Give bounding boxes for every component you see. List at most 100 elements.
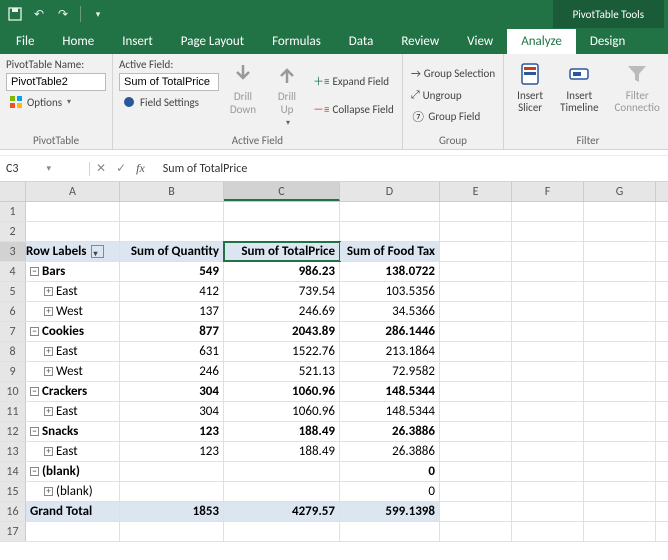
cell-value[interactable]: 631 <box>120 342 224 361</box>
cell[interactable] <box>512 242 584 261</box>
cell-value[interactable]: 123 <box>120 442 224 461</box>
cell[interactable] <box>440 402 512 421</box>
insert-timeline-button[interactable]: Insert Timeline <box>554 58 604 132</box>
cell[interactable] <box>584 522 656 541</box>
col-header-B[interactable]: B <box>120 182 224 201</box>
cell-value[interactable]: 213.1864 <box>340 342 440 361</box>
cell[interactable] <box>440 462 512 481</box>
cell[interactable] <box>440 242 512 261</box>
cell[interactable] <box>512 342 584 361</box>
row-header[interactable]: 9 <box>0 362 26 381</box>
cell-value[interactable]: 1060.96 <box>224 402 340 421</box>
tab-data[interactable]: Data <box>335 29 388 54</box>
cell-value[interactable]: 26.3886 <box>340 442 440 461</box>
cancel-icon[interactable]: ✕ <box>96 161 106 176</box>
cell[interactable] <box>440 422 512 441</box>
cell[interactable] <box>224 522 340 541</box>
filter-connections-button[interactable]: Filter Connectio <box>609 58 666 132</box>
cell[interactable] <box>512 362 584 381</box>
cell-value[interactable]: 0 <box>340 462 440 481</box>
col-header-G[interactable]: G <box>584 182 656 201</box>
ungroup-button[interactable]: ⤢ Ungroup <box>409 87 497 103</box>
cell-value[interactable]: 188.49 <box>224 422 340 441</box>
row-header[interactable]: 5 <box>0 282 26 301</box>
cell-label[interactable]: −Snacks <box>26 422 120 441</box>
cell[interactable] <box>584 462 656 481</box>
cell[interactable] <box>512 482 584 501</box>
cell[interactable] <box>584 342 656 361</box>
cell[interactable] <box>340 202 440 221</box>
collapse-icon[interactable]: − <box>30 267 39 276</box>
col-header-D[interactable]: D <box>340 182 440 201</box>
cell[interactable] <box>512 262 584 281</box>
row-header[interactable]: 4 <box>0 262 26 281</box>
cell[interactable] <box>512 382 584 401</box>
cell[interactable] <box>512 442 584 461</box>
cell[interactable] <box>440 282 512 301</box>
row-header[interactable]: 1 <box>0 202 26 221</box>
cell-value[interactable]: 246.69 <box>224 302 340 321</box>
cell-value[interactable]: 877 <box>120 322 224 341</box>
cell[interactable] <box>340 522 440 541</box>
cell-value[interactable]: 286.1446 <box>340 322 440 341</box>
cell-value[interactable]: 148.5344 <box>340 382 440 401</box>
row-header[interactable]: 10 <box>0 382 26 401</box>
insert-slicer-button[interactable]: Insert Slicer <box>510 58 550 132</box>
row-header[interactable]: 14 <box>0 462 26 481</box>
row-header[interactable]: 15 <box>0 482 26 501</box>
col-header-F[interactable]: F <box>512 182 584 201</box>
cell-value[interactable]: 34.5366 <box>340 302 440 321</box>
cell-value[interactable]: 1060.96 <box>224 382 340 401</box>
cell[interactable] <box>26 522 120 541</box>
cell[interactable] <box>440 362 512 381</box>
cell-label[interactable]: +East <box>26 342 120 361</box>
expand-icon[interactable]: + <box>44 447 53 456</box>
cell[interactable] <box>440 322 512 341</box>
cell[interactable] <box>584 362 656 381</box>
cell-value[interactable]: 123 <box>120 422 224 441</box>
cell-value[interactable]: 549 <box>120 262 224 281</box>
cell[interactable] <box>512 462 584 481</box>
cell[interactable] <box>120 522 224 541</box>
cell[interactable] <box>512 222 584 241</box>
cell-value[interactable]: 986.23 <box>224 262 340 281</box>
cell-label[interactable]: −Bars <box>26 262 120 281</box>
cell-value[interactable]: 246 <box>120 362 224 381</box>
expand-icon[interactable]: + <box>44 367 53 376</box>
cell[interactable] <box>584 502 656 521</box>
customize-qat-button[interactable]: ▾ <box>87 3 109 25</box>
row-header[interactable]: 3 <box>0 242 26 261</box>
drill-down-button[interactable]: Drill Down <box>223 58 263 132</box>
cell[interactable] <box>512 402 584 421</box>
enter-icon[interactable]: ✓ <box>116 161 126 176</box>
save-button[interactable] <box>4 3 26 25</box>
cell[interactable] <box>512 422 584 441</box>
expand-icon[interactable]: + <box>44 347 53 356</box>
cell-value[interactable]: 137 <box>120 302 224 321</box>
cell-value[interactable]: 188.49 <box>224 442 340 461</box>
field-settings-button[interactable]: Field Settings <box>119 93 219 111</box>
cell[interactable] <box>440 302 512 321</box>
active-field-input[interactable] <box>119 73 219 91</box>
cell-grand-label[interactable]: Grand Total <box>26 502 120 521</box>
cell-value[interactable]: 304 <box>120 402 224 421</box>
cell[interactable] <box>440 502 512 521</box>
cell-label[interactable]: +East <box>26 442 120 461</box>
cell[interactable] <box>584 402 656 421</box>
cell[interactable] <box>512 302 584 321</box>
expand-icon[interactable]: + <box>44 487 53 496</box>
cell[interactable] <box>224 202 340 221</box>
select-all-corner[interactable] <box>0 182 26 201</box>
cell[interactable] <box>584 222 656 241</box>
row-header[interactable]: 16 <box>0 502 26 521</box>
cell[interactable] <box>26 202 120 221</box>
cell-value[interactable]: 26.3886 <box>340 422 440 441</box>
tab-review[interactable]: Review <box>387 29 453 54</box>
tab-file[interactable]: File <box>2 29 48 54</box>
tab-design[interactable]: Design <box>576 29 639 54</box>
cell-label[interactable]: +West <box>26 362 120 381</box>
row-header[interactable]: 8 <box>0 342 26 361</box>
tab-page-layout[interactable]: Page Layout <box>167 29 258 54</box>
cell[interactable] <box>584 242 656 261</box>
drill-up-button[interactable]: Drill Up <box>267 58 307 132</box>
